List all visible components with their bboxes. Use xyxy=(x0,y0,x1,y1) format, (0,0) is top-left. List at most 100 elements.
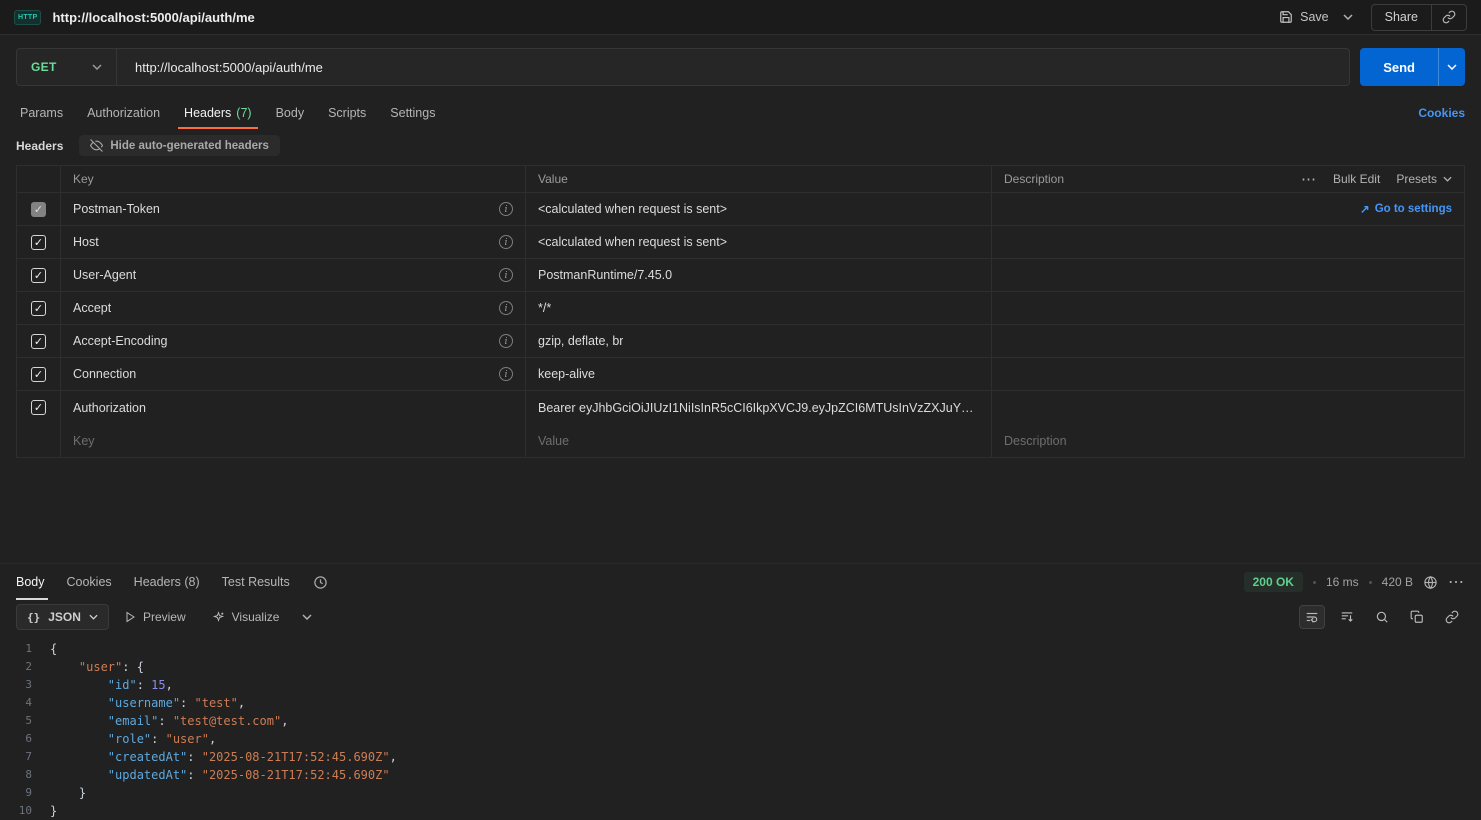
share-button[interactable]: Share xyxy=(1372,5,1431,30)
presets-dropdown[interactable]: Presets xyxy=(1396,172,1452,186)
header-value-text: <calculated when request is sent> xyxy=(538,235,727,249)
code-line: 8 "updatedAt": "2025-08-21T17:52:45.690Z… xyxy=(0,766,1481,784)
new-header-description-input[interactable]: Description xyxy=(1004,434,1067,448)
go-to-settings-link[interactable]: ↗Go to settings xyxy=(1360,202,1452,216)
header-key-cell[interactable]: Accept-Encodingi xyxy=(61,325,526,357)
url-box: GET http://localhost:5000/api/auth/me xyxy=(16,48,1350,86)
header-checkbox-cell: ✓ xyxy=(17,292,61,324)
tab-authorization[interactable]: Authorization xyxy=(75,97,172,129)
response-time: 16 ms xyxy=(1326,575,1359,589)
response-tab-headers[interactable]: Headers (8) xyxy=(123,564,211,600)
share-group: Share xyxy=(1371,4,1467,31)
header-key-cell[interactable]: Connectioni xyxy=(61,358,526,390)
response-tab-cookies[interactable]: Cookies xyxy=(56,564,123,600)
response-format-dropdown[interactable]: {} JSON xyxy=(16,604,109,630)
header-key-text: Host xyxy=(73,235,99,249)
header-key-cell[interactable]: Host i xyxy=(61,226,526,258)
header-value-cell[interactable]: <calculated when request is sent> xyxy=(526,193,992,225)
tab-scripts[interactable]: Scripts xyxy=(316,97,378,129)
header-key-cell[interactable]: Authorization xyxy=(61,391,526,424)
header-checkbox[interactable]: ✓ xyxy=(31,367,46,382)
wrap-text-icon[interactable] xyxy=(1299,605,1325,629)
response-more-actions-icon[interactable]: ⋯ xyxy=(1448,572,1465,592)
save-button[interactable]: Save xyxy=(1271,5,1337,29)
bulk-edit-button[interactable]: Bulk Edit xyxy=(1333,172,1380,186)
http-request-icon: HTTP xyxy=(14,10,41,25)
tab-headers[interactable]: Headers (7) xyxy=(172,97,264,129)
search-icon[interactable] xyxy=(1369,605,1395,629)
network-info-icon[interactable] xyxy=(1423,575,1438,590)
info-icon: i xyxy=(499,235,513,249)
save-label: Save xyxy=(1300,10,1329,24)
header-value-text: <calculated when request is sent> xyxy=(538,202,727,216)
braces-icon: {} xyxy=(27,611,40,624)
response-tabs: Body Cookies Headers (8) Test Results 20… xyxy=(0,564,1481,600)
header-value-cell[interactable]: gzip, deflate, br xyxy=(526,325,992,357)
code-line: 2 "user": { xyxy=(0,658,1481,676)
tab-params[interactable]: Params xyxy=(16,97,75,129)
preview-button[interactable]: Preview xyxy=(113,604,197,630)
header-value-cell[interactable]: */* xyxy=(526,292,992,324)
header-checkbox[interactable]: ✓ xyxy=(31,235,46,250)
url-input[interactable]: http://localhost:5000/api/auth/me xyxy=(117,49,1349,85)
info-icon: i xyxy=(499,334,513,348)
copy-icon[interactable] xyxy=(1404,605,1430,629)
view-options-chevron-icon[interactable] xyxy=(294,614,320,620)
visualize-button[interactable]: Visualize xyxy=(201,604,291,630)
header-value-text: gzip, deflate, br xyxy=(538,334,623,348)
header-description-cell[interactable]: ↗Go to settings xyxy=(992,193,1464,225)
line-content: "updatedAt": "2025-08-21T17:52:45.690Z" xyxy=(50,766,390,784)
response-size: 420 B xyxy=(1382,575,1413,589)
header-description-cell[interactable] xyxy=(992,292,1464,324)
response-tab-test-results[interactable]: Test Results xyxy=(211,564,301,600)
header-checkbox[interactable]: ✓ xyxy=(31,301,46,316)
response-tab-body[interactable]: Body xyxy=(16,564,56,600)
tab-body[interactable]: Body xyxy=(264,97,317,129)
format-label: JSON xyxy=(48,610,81,624)
line-number: 6 xyxy=(0,730,50,748)
new-header-value-input[interactable]: Value xyxy=(538,434,569,448)
new-header-key-input[interactable]: Key xyxy=(73,434,95,448)
topbar-actions: Save Share xyxy=(1271,4,1467,31)
send-options-chevron-icon[interactable] xyxy=(1438,48,1465,86)
code-line: 7 "createdAt": "2025-08-21T17:52:45.690Z… xyxy=(0,748,1481,766)
header-key-cell[interactable]: Postman-Tokeni xyxy=(61,193,526,225)
header-checkbox[interactable]: ✓ xyxy=(31,334,46,349)
header-description-cell[interactable] xyxy=(992,226,1464,258)
sparkle-icon xyxy=(212,611,225,624)
header-value-cell[interactable]: <calculated when request is sent> xyxy=(526,226,992,258)
header-description-cell[interactable] xyxy=(992,391,1464,424)
hide-auto-generated-headers-toggle[interactable]: Hide auto-generated headers xyxy=(79,135,279,156)
header-checkbox-cell: ✓ xyxy=(17,259,61,291)
play-icon xyxy=(124,611,136,623)
header-description-cell[interactable] xyxy=(992,325,1464,357)
header-value-cell[interactable]: PostmanRuntime/7.45.0 xyxy=(526,259,992,291)
response-toolbar: {} JSON Preview Visualize xyxy=(0,600,1481,634)
line-number: 8 xyxy=(0,766,50,784)
response-history-icon[interactable] xyxy=(313,575,328,590)
save-options-chevron-icon[interactable] xyxy=(1337,9,1359,25)
method-dropdown[interactable]: GET xyxy=(17,49,117,85)
table-row: ✓ Accept-Encodingi gzip, deflate, br xyxy=(17,325,1464,358)
scroll-to-line-icon[interactable] xyxy=(1334,605,1360,629)
send-button[interactable]: Send xyxy=(1360,48,1438,86)
header-key-text: Postman-Token xyxy=(73,202,160,216)
header-key-cell[interactable]: User-Agenti xyxy=(61,259,526,291)
copy-link-button[interactable] xyxy=(1432,5,1466,30)
more-actions-icon[interactable]: ⋯ xyxy=(1301,170,1317,188)
header-value-cell[interactable]: keep-alive xyxy=(526,358,992,390)
header-key-cell[interactable]: Accepti xyxy=(61,292,526,324)
table-header-controls: ⋯ Bulk Edit Presets xyxy=(1301,170,1452,188)
header-value-cell[interactable]: Bearer eyJhbGciOiJIUzI1NiIsInR5cCI6IkpXV… xyxy=(526,391,992,424)
tab-settings[interactable]: Settings xyxy=(378,97,447,129)
header-checkbox[interactable]: ✓ xyxy=(31,400,46,415)
cookies-link[interactable]: Cookies xyxy=(1418,106,1465,120)
column-header-value: Value xyxy=(526,166,992,192)
header-checkbox[interactable]: ✓ xyxy=(31,268,46,283)
link-icon[interactable] xyxy=(1439,605,1465,629)
status-badge: 200 OK xyxy=(1244,572,1303,592)
save-icon xyxy=(1279,10,1293,24)
column-header-description: Description ⋯ Bulk Edit Presets xyxy=(992,166,1464,192)
header-description-cell[interactable] xyxy=(992,358,1464,390)
header-description-cell[interactable] xyxy=(992,259,1464,291)
